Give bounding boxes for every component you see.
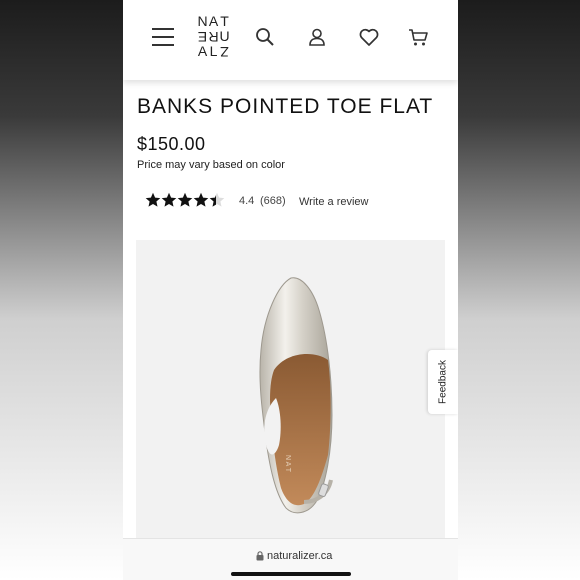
url-text: naturalizer.ca [267, 550, 333, 562]
cart-icon[interactable] [407, 26, 429, 48]
product-price: $150.00 [137, 134, 206, 154]
rating-count[interactable]: (668) [260, 195, 286, 207]
shoe-illustration: N A T [259, 277, 333, 514]
account-icon[interactable] [306, 26, 328, 48]
product-title: BANKS POINTED TOE FLAT [137, 95, 434, 118]
partial-star-icon [209, 192, 225, 208]
heart-icon[interactable] [358, 26, 380, 48]
background-left [0, 0, 123, 580]
lock-icon [256, 551, 264, 561]
price-note: Price may vary based on color [137, 159, 285, 171]
rating-value: 4.4 [239, 195, 255, 207]
feedback-tab[interactable]: Feedback [428, 350, 458, 414]
star-icon [161, 192, 177, 208]
product-image[interactable]: N A T [136, 240, 445, 540]
write-review-link[interactable]: Write a review [299, 196, 368, 208]
mobile-page: N A T E R U A L Z BANKS POINTED TOE FLAT… [123, 0, 458, 580]
site-header: N A T E R U A L Z [123, 0, 458, 80]
star-icon [193, 192, 209, 208]
menu-icon[interactable] [152, 27, 174, 47]
home-indicator[interactable] [231, 572, 351, 576]
search-icon[interactable] [254, 26, 276, 48]
background-right [458, 0, 580, 580]
star-icon [177, 192, 193, 208]
browser-url-bar[interactable]: naturalizer.ca [123, 538, 458, 580]
naturalizer-logo[interactable]: N A T E R U A L Z [197, 14, 231, 64]
svg-text:N A T: N A T [284, 455, 291, 473]
rating-stars[interactable] [145, 192, 225, 210]
star-icon [145, 192, 161, 208]
